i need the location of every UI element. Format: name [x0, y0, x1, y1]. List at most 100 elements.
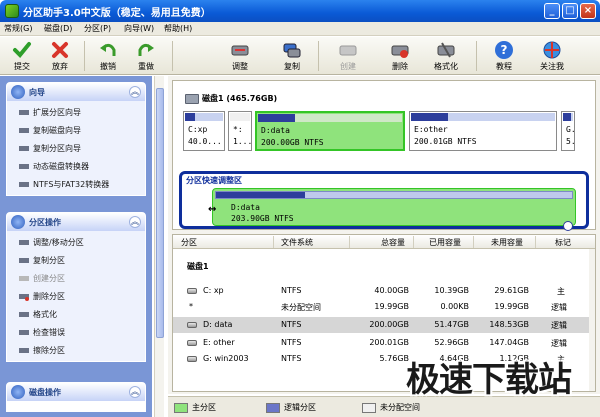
- format-button[interactable]: 格式化: [428, 39, 464, 73]
- wizard-panel-header[interactable]: 向导 ︽: [7, 83, 145, 101]
- op-copy-partition[interactable]: 复制分区: [7, 251, 145, 269]
- redo-label: 重做: [138, 62, 154, 71]
- col-header-flag[interactable]: 标记: [555, 237, 571, 248]
- collapse-chevron-icon[interactable]: ︽: [129, 86, 141, 98]
- wizard-item-extend[interactable]: 扩展分区向导: [7, 103, 145, 121]
- table-row[interactable]: * 未分配空间 19.99GB 0.00KB 19.99GB 逻辑: [173, 299, 595, 315]
- menu-wizard[interactable]: 向导(W): [124, 23, 154, 34]
- op-label: 复制分区: [33, 256, 65, 265]
- resize-handle-left-icon[interactable]: ↔: [208, 204, 216, 215]
- redo-button[interactable]: 重做: [128, 39, 164, 73]
- wizard-item-dynamic-disk[interactable]: 动态磁盘转换器: [7, 157, 145, 175]
- cell-free: 19.99GB: [494, 302, 529, 311]
- quick-resize-area: 分区快速调整区 D:data 203.90GB NTFS ↔: [179, 171, 589, 231]
- hard-disk-icon: [185, 93, 199, 104]
- column-divider[interactable]: [413, 236, 414, 248]
- format-icon: [19, 312, 29, 317]
- disk-ops-header[interactable]: 磁盘操作 ︽: [7, 383, 145, 401]
- copy-disk-icon: [19, 128, 29, 133]
- disk-label-text: 磁盘1 (465.76GB): [202, 94, 278, 103]
- resize-button[interactable]: 调整: [222, 39, 258, 73]
- unallocated-swatch: [362, 402, 376, 413]
- table-scrollbar[interactable]: [589, 249, 595, 391]
- op-resize-move[interactable]: 调整/移动分区: [7, 233, 145, 251]
- cell-fs: 未分配空间: [281, 303, 321, 312]
- collapse-chevron-icon[interactable]: ︽: [129, 216, 141, 228]
- create-button[interactable]: 创建: [330, 39, 366, 73]
- col-header-free[interactable]: 未用容量: [491, 237, 523, 248]
- wizard-item-copy-partition[interactable]: 复制分区向导: [7, 139, 145, 157]
- menu-partition[interactable]: 分区(P): [84, 23, 111, 34]
- resize-handle-right[interactable]: [563, 221, 573, 231]
- window-title: 分区助手3.0中文版（稳定、易用且免费）: [23, 8, 211, 19]
- op-format[interactable]: 格式化: [7, 305, 145, 323]
- cell-flag: 逻辑: [551, 321, 567, 330]
- usage-fill: [258, 114, 296, 122]
- partition-ops-icon: [11, 215, 25, 229]
- format-disk-icon: [436, 40, 456, 60]
- discard-button[interactable]: 放弃: [42, 39, 78, 73]
- wizard-item-copy-disk[interactable]: 复制磁盘向导: [7, 121, 145, 139]
- menu-disk[interactable]: 磁盘(D): [44, 23, 72, 34]
- cell-free: 147.04GB: [489, 338, 529, 347]
- check-icon: [12, 40, 32, 60]
- disk-ops-panel: 磁盘操作 ︽: [6, 382, 146, 412]
- watermark: 极速下载站: [406, 360, 572, 400]
- menu-general[interactable]: 常规(G): [4, 23, 32, 34]
- title-bar: 分区助手3.0中文版（稳定、易用且免费） _ □ ×: [0, 0, 600, 22]
- quick-partition-name: D:data: [231, 203, 260, 212]
- submit-button[interactable]: 提交: [4, 39, 40, 73]
- op-label: 调整/移动分区: [33, 238, 84, 247]
- close-button[interactable]: ×: [580, 3, 596, 19]
- minimize-button[interactable]: _: [544, 3, 560, 19]
- undo-button[interactable]: 撤销: [90, 39, 126, 73]
- toolbar-separator: [172, 41, 173, 71]
- cell-partition: D: data: [203, 320, 233, 329]
- col-header-partition[interactable]: 分区: [181, 237, 197, 248]
- table-row[interactable]: E: other NTFS 200.01GB 52.96GB 147.04GB …: [173, 335, 595, 351]
- op-delete-partition[interactable]: 删除分区: [7, 287, 145, 305]
- column-divider[interactable]: [535, 236, 536, 248]
- maximize-button[interactable]: □: [562, 3, 578, 19]
- partition-block-unallocated[interactable]: *: 1...: [228, 111, 252, 151]
- sidebar-scrollbar-thumb[interactable]: [156, 88, 164, 338]
- op-wipe-partition[interactable]: 擦除分区: [7, 341, 145, 359]
- menu-bar: 常规(G) 磁盘(D) 分区(P) 向导(W) 帮助(H): [0, 22, 600, 36]
- tutorial-button[interactable]: ? 教程: [486, 39, 522, 73]
- partition-block-g[interactable]: G. 5.: [561, 111, 576, 151]
- copy-button[interactable]: 复制: [274, 39, 310, 73]
- collapse-chevron-icon[interactable]: ︽: [129, 386, 141, 398]
- delete-button[interactable]: 删除: [382, 39, 418, 73]
- disk-label: 磁盘1 (465.76GB): [185, 93, 277, 104]
- partition-block-d[interactable]: D:data 200.00GB NTFS: [255, 111, 405, 151]
- toolbar-separator: [318, 41, 319, 71]
- drive-icon: [187, 322, 197, 328]
- table-row[interactable]: D: data NTFS 200.00GB 51.47GB 148.53GB 逻…: [173, 317, 595, 333]
- undo-arrow-icon: [98, 40, 118, 60]
- op-check-errors[interactable]: 检查错误: [7, 323, 145, 341]
- quick-resize-bar[interactable]: D:data 203.90GB NTFS: [212, 188, 576, 231]
- legend-logical-label: 逻辑分区: [284, 403, 316, 412]
- column-divider[interactable]: [349, 236, 350, 248]
- delete-icon: [19, 294, 29, 301]
- copy-partition-icon: [19, 146, 29, 151]
- resize-icon: [19, 240, 29, 245]
- disk-group-label: 磁盘1: [187, 262, 209, 271]
- partition-block-c[interactable]: C:xp 40.0...: [183, 111, 225, 151]
- col-header-fs[interactable]: 文件系统: [281, 237, 313, 248]
- col-header-used[interactable]: 已用容量: [429, 237, 461, 248]
- column-divider[interactable]: [473, 236, 474, 248]
- col-header-total[interactable]: 总容量: [381, 237, 405, 248]
- sidebar-scrollbar[interactable]: [154, 76, 164, 417]
- follow-button[interactable]: 关注我: [534, 39, 570, 73]
- op-label: 创建分区: [33, 274, 65, 283]
- partition-ops-header[interactable]: 分区操作 ︽: [7, 213, 145, 231]
- menu-help[interactable]: 帮助(H): [164, 23, 192, 34]
- column-divider[interactable]: [273, 236, 274, 248]
- logical-swatch: [266, 402, 280, 413]
- table-row[interactable]: C: xp NTFS 40.00GB 10.39GB 29.61GB 主: [173, 283, 595, 299]
- wizard-item-ntfs-fat32[interactable]: NTFS与FAT32转换器: [7, 175, 145, 193]
- op-create-partition[interactable]: 创建分区: [7, 269, 145, 287]
- extend-partition-icon: [19, 110, 29, 115]
- partition-block-e[interactable]: E:other 200.01GB NTFS: [409, 111, 557, 151]
